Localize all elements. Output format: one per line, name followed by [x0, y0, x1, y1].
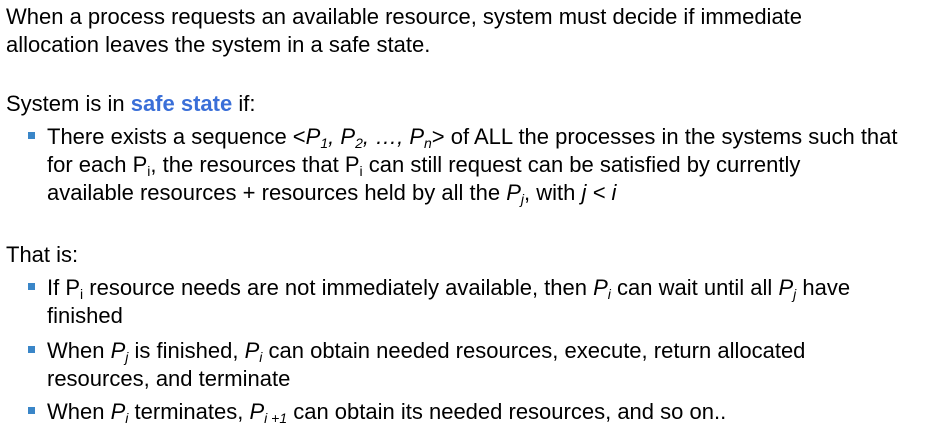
slide-content: When a process requests an available res…: [6, 0, 942, 429]
bullet-3-line-1: When Pi terminates, Pi +1 can obtain its…: [47, 398, 726, 426]
definition-line-3: available resources + resources held by …: [47, 179, 898, 207]
process-symbol: P: [340, 124, 356, 149]
subscript: 1: [320, 135, 329, 151]
text-segment: If P: [47, 275, 81, 300]
process-symbol: P: [110, 338, 126, 363]
bullet-marker: [28, 283, 35, 290]
process-symbol: P: [593, 275, 608, 300]
safe-state-highlight: safe state: [130, 91, 233, 116]
text-segment: > of ALL the processes in the systems su…: [431, 124, 898, 149]
intro-line-1: When a process requests an available res…: [6, 4, 803, 29]
text-segment: , …,: [362, 124, 410, 149]
bullet-2-line-1: When Pj is finished, Pi can obtain neede…: [47, 337, 805, 365]
subscript: 2: [355, 135, 363, 151]
safe-state-prefix: System is in: [6, 91, 131, 116]
text-segment: for each P: [47, 152, 148, 177]
process-symbol: P: [506, 180, 521, 205]
text-segment: , with: [524, 180, 582, 205]
text-segment: resource needs are not immediately avail…: [83, 275, 594, 300]
text-segment: have: [796, 275, 851, 300]
text-segment: is finished,: [128, 338, 245, 363]
bullet-1-line-1: If Pi resource needs are not immediately…: [47, 274, 850, 302]
text-segment: , the resources that P: [150, 152, 360, 177]
bullet-text: When Pj is finished, Pi can obtain neede…: [47, 337, 805, 393]
text-segment: ,: [328, 124, 341, 149]
bullet-marker: [28, 132, 35, 139]
safe-state-suffix: if:: [232, 91, 256, 116]
intro-paragraph: When a process requests an available res…: [6, 3, 802, 59]
text-segment: When: [47, 399, 111, 424]
condition-text: j < i: [581, 180, 617, 205]
bullet-2-line-2: resources, and terminate: [47, 366, 291, 391]
process-symbol: P: [244, 338, 260, 363]
text-segment: can obtain needed resources, execute, re…: [262, 338, 806, 363]
bullet-1-line-2: finished: [47, 303, 123, 328]
text-segment: can obtain its needed resources, and so …: [287, 399, 727, 424]
text-segment: When: [47, 338, 111, 363]
subscript: i +1: [264, 410, 288, 426]
safe-state-heading: System is in safe state if:: [6, 90, 255, 118]
process-symbol: P: [778, 275, 794, 300]
text-segment: available resources + resources held by …: [47, 180, 507, 205]
intro-line-2: allocation leaves the system in a safe s…: [6, 32, 431, 57]
that-is-heading: That is:: [6, 242, 79, 267]
definition-line-1: There exists a sequence <P1, P2, …, Pn> …: [47, 123, 898, 151]
subscript: n: [424, 135, 432, 151]
process-symbol: P: [249, 399, 265, 424]
bullet-text: When Pi terminates, Pi +1 can obtain its…: [47, 398, 726, 426]
process-symbol: P: [305, 124, 321, 149]
text-segment: There exists a sequence <: [47, 124, 306, 149]
text-segment: terminates,: [128, 399, 250, 424]
process-symbol: P: [110, 399, 126, 424]
bullet-marker: [28, 346, 35, 353]
bullet-marker: [28, 407, 35, 414]
text-segment: can still request can be satisfied by cu…: [362, 152, 801, 177]
text-segment: can wait until all: [610, 275, 779, 300]
process-symbol: P: [409, 124, 424, 149]
definition-bullet-text: There exists a sequence <P1, P2, …, Pn> …: [47, 123, 898, 207]
definition-line-2: for each Pi, the resources that Pi can s…: [47, 151, 898, 179]
bullet-text: If Pi resource needs are not immediately…: [47, 274, 850, 330]
